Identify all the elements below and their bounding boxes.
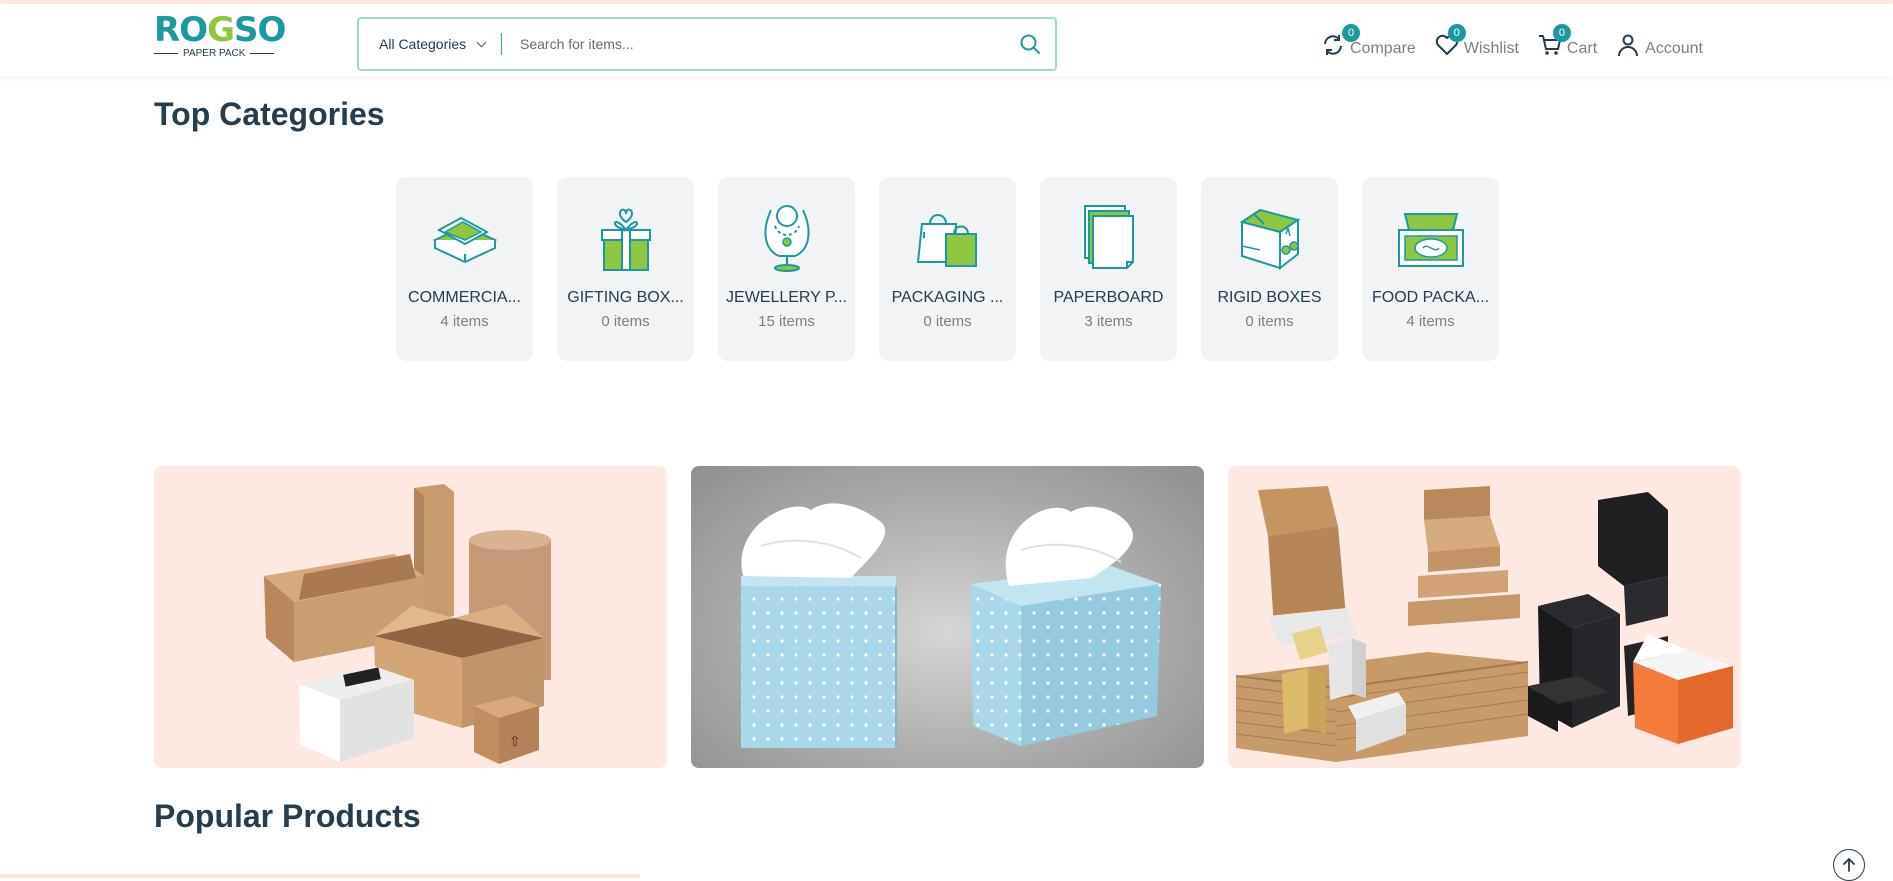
- site-header: ROGSO PAPER PACK All Categories Search f…: [0, 4, 1893, 76]
- compare-link[interactable]: 0 Compare: [1320, 24, 1416, 58]
- category-select[interactable]: All Categories: [359, 36, 501, 52]
- logo-subtitle: PAPER PACK: [183, 48, 246, 59]
- mailer-boxes-image: [1235, 486, 1733, 762]
- category-count: 4 items: [440, 313, 489, 330]
- cardboard-boxes-image: ⇧: [264, 484, 551, 764]
- compare-label: Compare: [1350, 40, 1416, 57]
- category-count: 0 items: [923, 313, 972, 330]
- open-box-icon: [432, 216, 497, 264]
- search-icon: [1020, 34, 1040, 54]
- promo-banners: ⇧: [154, 466, 1741, 768]
- category-card-paperboard[interactable]: PAPERBOARD 3 items: [1040, 177, 1177, 361]
- wishlist-label: Wishlist: [1463, 40, 1519, 57]
- search-button[interactable]: [1005, 19, 1055, 69]
- category-name: COMMERCIA...: [408, 289, 521, 306]
- category-name: FOOD PACKA...: [1371, 289, 1490, 306]
- category-count: 0 items: [601, 313, 650, 330]
- compare-badge: 0: [1342, 24, 1360, 42]
- cart-label: Cart: [1566, 40, 1598, 57]
- category-card-gifting[interactable]: GIFTING BOX... 0 items: [557, 177, 694, 361]
- shopping-bags-icon: [916, 214, 977, 267]
- paper-sheets-icon: [1083, 205, 1134, 269]
- account-label: Account: [1645, 40, 1703, 57]
- category-card-jewellery[interactable]: JEWELLERY P... 15 items: [718, 177, 855, 361]
- category-name: RIGID BOXES: [1217, 289, 1322, 306]
- top-categories-title: Top Categories: [154, 96, 385, 132]
- popular-products-title: Popular Products: [154, 798, 421, 834]
- wishlist-link[interactable]: 0 Wishlist: [1434, 24, 1519, 58]
- mailer-boxes-banner[interactable]: [1228, 466, 1741, 768]
- search-input[interactable]: [502, 36, 1005, 52]
- category-name: GIFTING BOX...: [567, 289, 684, 306]
- tissue-boxes-banner[interactable]: [691, 466, 1204, 768]
- category-card-packaging[interactable]: PACKAGING ... 0 items: [879, 177, 1016, 361]
- user-icon: [1618, 34, 1639, 57]
- food-box-icon: [1397, 213, 1464, 267]
- header-actions: 0 Compare 0 Wishlist 0 Cart Account: [1320, 24, 1721, 58]
- tissue-boxes-image: [741, 503, 1161, 748]
- cart-badge: 0: [1552, 24, 1571, 42]
- arrow-up-icon: [1843, 858, 1855, 872]
- gift-box-icon: [600, 208, 651, 271]
- necklace-icon: [763, 205, 810, 272]
- category-name: PACKAGING ...: [891, 289, 1004, 306]
- top-categories-list: COMMERCIA... 4 items GIFTING BOX... 0 it…: [396, 177, 1499, 361]
- category-count: 3 items: [1084, 313, 1133, 330]
- search-bar: All Categories: [357, 17, 1057, 71]
- category-count: 15 items: [758, 313, 815, 330]
- category-name: JEWELLERY P...: [726, 289, 847, 306]
- category-name: PAPERBOARD: [1053, 289, 1164, 306]
- category-count: 4 items: [1406, 313, 1455, 330]
- cart-link[interactable]: 0 Cart: [1537, 24, 1598, 58]
- logo-wordmark: ROGSO: [154, 10, 286, 50]
- logo[interactable]: ROGSO PAPER PACK: [154, 12, 288, 62]
- rigid-box-icon: [1239, 208, 1300, 271]
- category-card-rigid-boxes[interactable]: RIGID BOXES 0 items: [1201, 177, 1338, 361]
- cardboard-boxes-banner[interactable]: ⇧: [154, 466, 667, 768]
- bottom-accent-strip: [0, 874, 640, 878]
- category-select-label: All Categories: [379, 36, 467, 52]
- category-card-commercial[interactable]: COMMERCIA... 4 items: [396, 177, 533, 361]
- category-card-food-packaging[interactable]: FOOD PACKA... 4 items: [1362, 177, 1499, 361]
- category-count: 0 items: [1245, 313, 1294, 330]
- account-link[interactable]: Account: [1615, 26, 1703, 58]
- svg-text:⇧: ⇧: [509, 734, 521, 750]
- chevron-down-icon: [476, 37, 487, 47]
- wishlist-badge: 0: [1447, 24, 1466, 42]
- scroll-to-top-button[interactable]: [1833, 849, 1865, 881]
